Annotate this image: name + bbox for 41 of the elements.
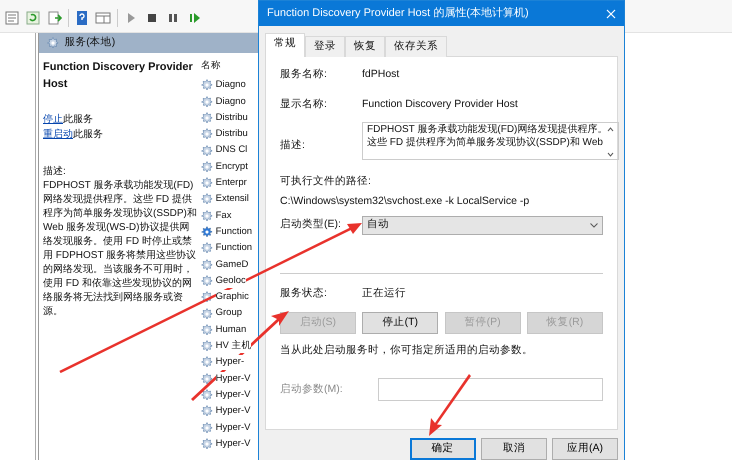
service-name[interactable]: Hyper-V bbox=[216, 372, 250, 386]
description-label: 描述: bbox=[43, 164, 67, 179]
panel-title: 服务(本地) bbox=[64, 35, 116, 50]
field-label: 服务名称: bbox=[280, 66, 328, 82]
description-box[interactable]: FDPHOST 服务承载功能发现(FD)网络发现提供程序。 这些 FD 提供程序为简单服务发现协议(SSDP)和 Web bbox=[362, 122, 620, 160]
field-label: 启动类型(E): bbox=[280, 217, 342, 232]
field-value: fdPHost bbox=[362, 66, 400, 82]
service-name[interactable]: Diagno bbox=[216, 94, 246, 109]
tab[interactable]: 常规 bbox=[265, 33, 305, 57]
service-title: Function Discovery Provider Host bbox=[43, 60, 194, 92]
service-name[interactable]: Geoloc bbox=[216, 274, 246, 288]
dialog-button[interactable]: 取消 bbox=[480, 438, 547, 460]
field-value: Function Discovery Provider Host bbox=[362, 96, 518, 112]
column-header[interactable]: 名称 bbox=[201, 59, 221, 74]
service-name[interactable]: HV 主机 bbox=[216, 339, 252, 354]
field-label: 启动参数(M): bbox=[280, 382, 344, 397]
service-name[interactable]: Encrypt bbox=[216, 160, 248, 174]
tab[interactable]: 依存关系 bbox=[385, 36, 447, 57]
dialog-button[interactable]: 确定 bbox=[410, 438, 476, 460]
field-label: 描述: bbox=[280, 138, 306, 154]
dialog-button[interactable]: 应用(A) bbox=[552, 438, 618, 460]
action-link[interactable]: 重启动 bbox=[43, 129, 73, 140]
field-label: 显示名称: bbox=[280, 96, 328, 112]
field-label: 可执行文件的路径: bbox=[280, 174, 372, 190]
service-name[interactable]: Hyper-V bbox=[216, 420, 250, 435]
action-text: 此服务 bbox=[63, 114, 93, 125]
field-label: 服务状态: bbox=[280, 286, 328, 301]
service-name[interactable]: Hyper- bbox=[216, 355, 244, 370]
status-value: 正在运行 bbox=[362, 286, 406, 301]
description-line: FDPHOST 服务承载功能发现(FD)网络发现提供程序。 bbox=[367, 124, 608, 136]
startup-type-dropdown[interactable]: 自动 bbox=[362, 216, 603, 235]
action-link[interactable]: 停止 bbox=[43, 114, 63, 125]
tab[interactable]: 恢复 bbox=[345, 36, 385, 57]
description-line: 这些 FD 提供程序为简单服务发现协议(SSDP)和 Web bbox=[367, 136, 604, 150]
service-control-button[interactable]: 停止(T) bbox=[362, 312, 438, 334]
path-value: C:\Windows\system32\svchost.exe -k LocalService -p bbox=[280, 194, 530, 209]
hint-text: 当从此处启动服务时，你可指定所适用的启动参数。 bbox=[280, 342, 534, 358]
tab[interactable]: 登录 bbox=[305, 36, 345, 57]
description-text: FDPHOST 服务承载功能发现(FD)网络发现提供程序。这些 FD 提供程序为简单服务发现协议(SSDP)和 Web 服务发现(WS-D)协议提供网络发现服务。使用 FD 时停止或禁用 FDPHOST 服务将禁用这些协议的网络发现。当该服务不可用时，使用 FD 和依靠这些发现协议的网络服务将无法找到网络服务或资源。 bbox=[43, 179, 197, 319]
window-title: Function Discovery Provider Host 的属性(本地计算机) bbox=[267, 6, 529, 22]
action-text: 此服务 bbox=[73, 129, 103, 140]
